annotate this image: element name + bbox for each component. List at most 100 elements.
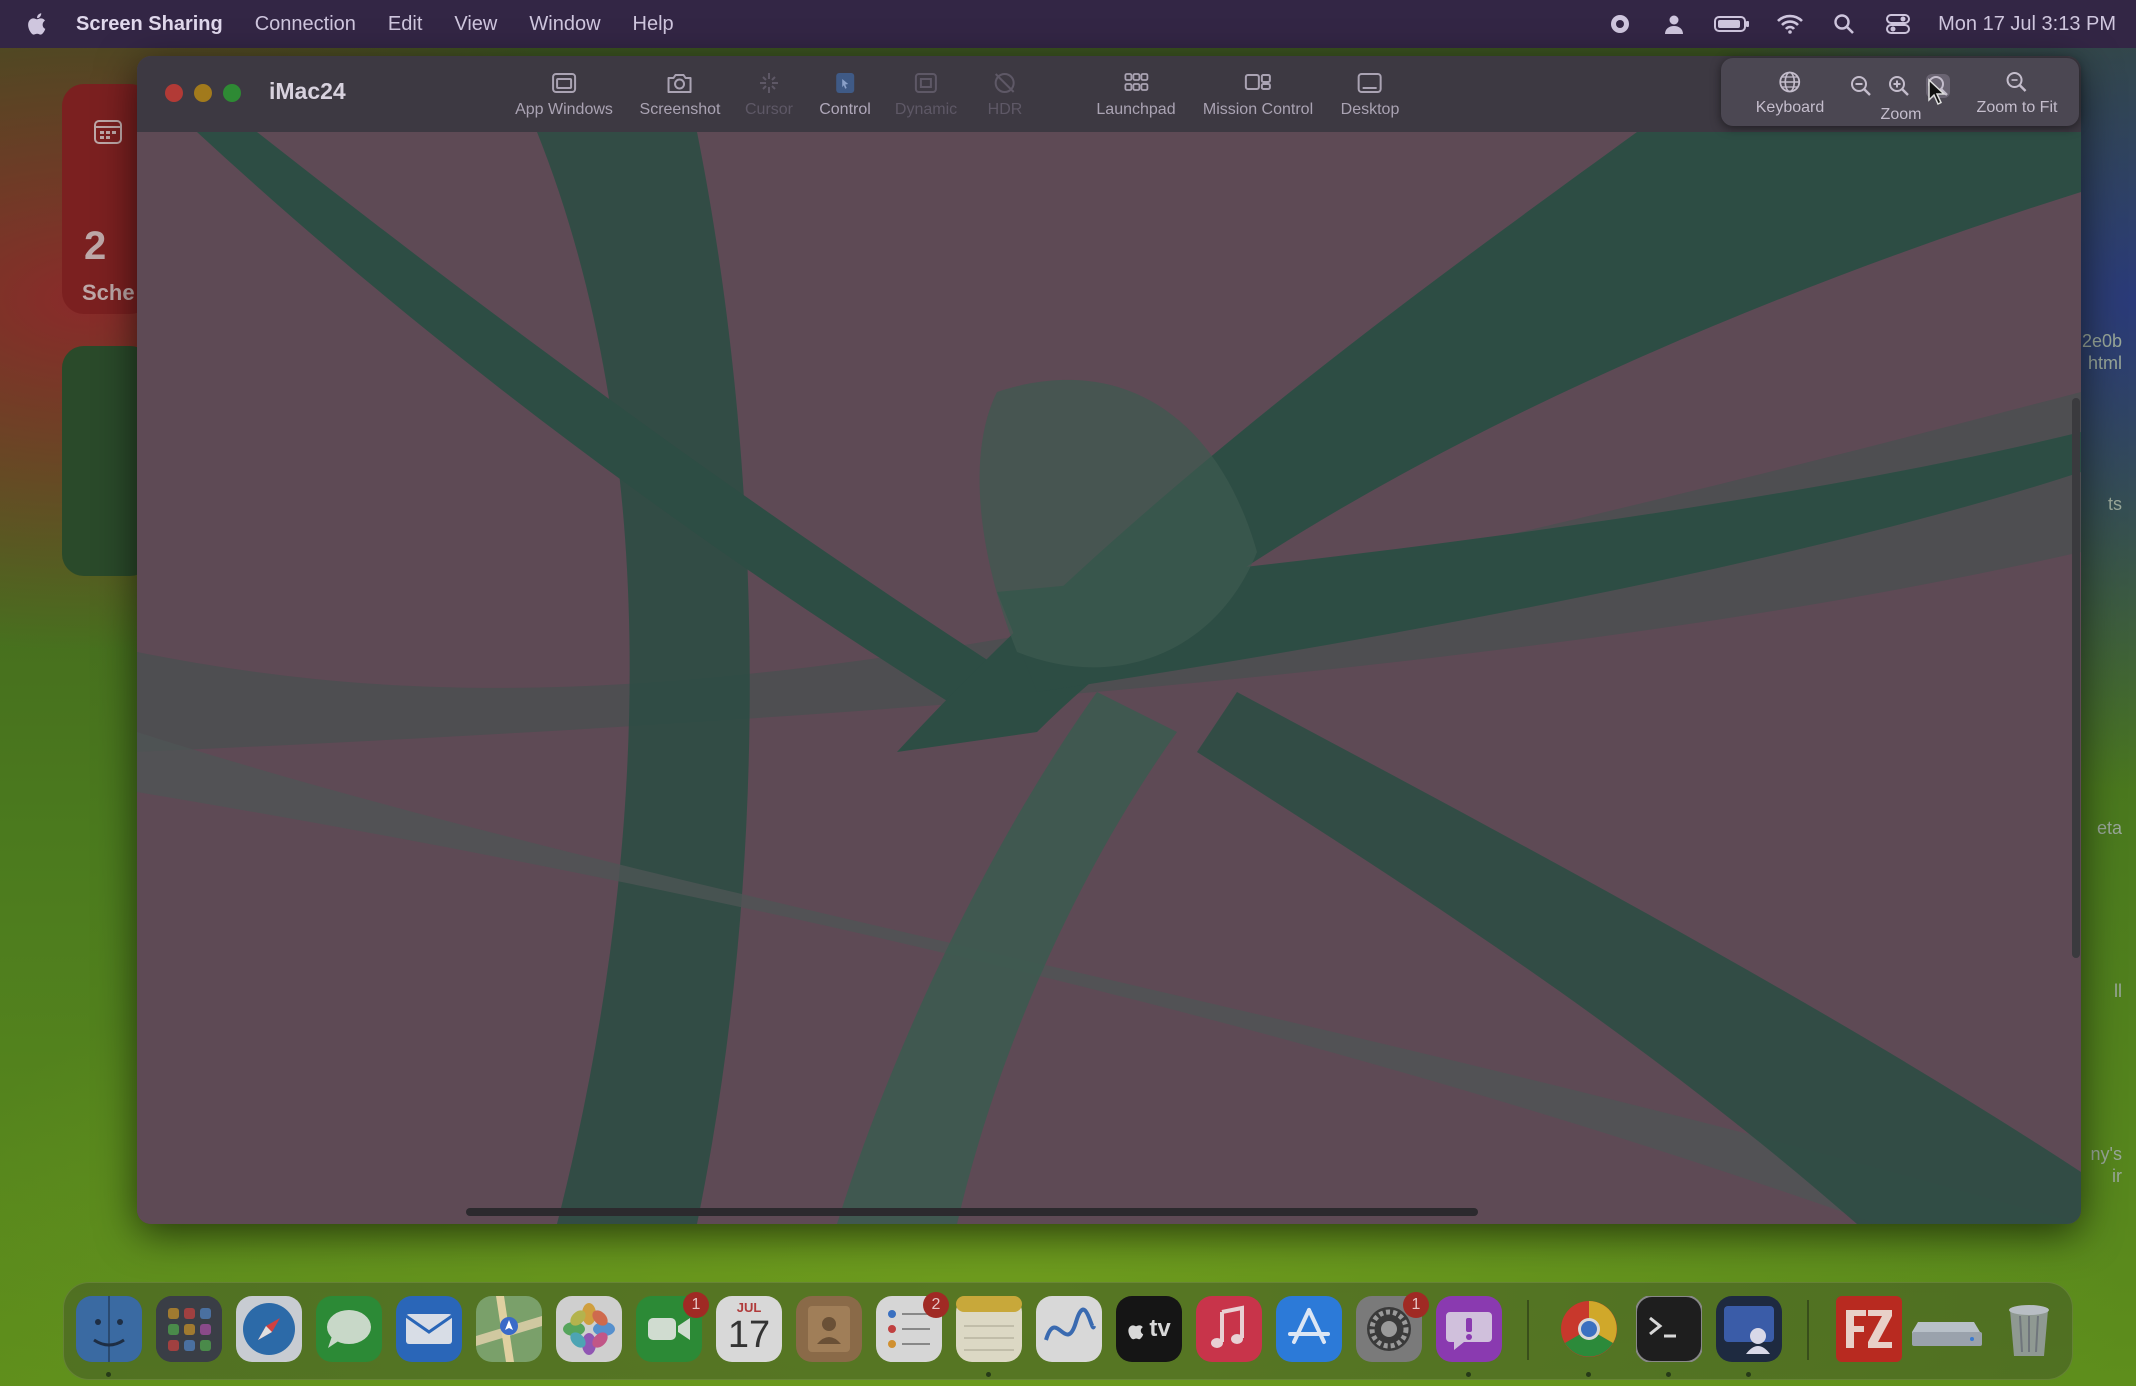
control-button[interactable]: Control: [819, 70, 871, 119]
cursor-sparkle-icon: [759, 73, 778, 93]
zoom-to-fit-icon: [2007, 72, 2027, 92]
camera-icon: [668, 74, 692, 93]
finder-icon: [76, 1296, 142, 1362]
dock-photos[interactable]: [556, 1296, 622, 1362]
dock-maps[interactable]: [476, 1296, 542, 1362]
horizontal-scrollbar[interactable]: [466, 1208, 1478, 1216]
menu-edit[interactable]: Edit: [388, 13, 422, 36]
remote-desktop-wallpaper: [137, 132, 2081, 1224]
dock-trash[interactable]: [1996, 1296, 2062, 1362]
dock-mail[interactable]: [396, 1296, 462, 1362]
dock-terminal[interactable]: [1635, 1295, 1703, 1363]
close-button[interactable]: [165, 84, 183, 102]
music-note-icon: [1196, 1296, 1262, 1362]
dock-finder[interactable]: [76, 1296, 142, 1362]
hdr-button[interactable]: HDR: [988, 70, 1022, 119]
zoom-label: Zoom: [1880, 106, 1922, 123]
photos-flower-icon: [556, 1296, 622, 1362]
menu-connection[interactable]: Connection: [255, 13, 356, 36]
minimize-button[interactable]: [194, 84, 212, 102]
dynamic-button[interactable]: Dynamic: [895, 70, 957, 119]
menu-help[interactable]: Help: [633, 13, 674, 36]
desktop-file-label[interactable]: ts: [2108, 493, 2122, 515]
fullscreen-button[interactable]: [223, 84, 241, 102]
feedback-icon: [1436, 1296, 1502, 1362]
dock-chrome[interactable]: [1556, 1296, 1622, 1362]
screenshot-button[interactable]: Screenshot: [640, 70, 720, 119]
settings-badge: 1: [1403, 1292, 1429, 1318]
dock-filezilla[interactable]: [1836, 1296, 1902, 1362]
messages-bubble-icon: [316, 1296, 382, 1362]
desktop-button[interactable]: Desktop: [1341, 70, 1399, 119]
menu-app-name[interactable]: Screen Sharing: [76, 13, 223, 36]
menu-clock[interactable]: Mon 17 Jul 3:13 PM: [1938, 13, 2116, 36]
terminal-prompt-icon: [1635, 1295, 1703, 1363]
cursor-button[interactable]: Cursor: [745, 70, 793, 119]
desktop-file-label[interactable]: 2e0b html: [2082, 330, 2122, 374]
dock-drive[interactable]: [1912, 1296, 1982, 1362]
screen-sharing-icon: [1716, 1296, 1782, 1362]
dock-notes[interactable]: [956, 1296, 1022, 1362]
desktop-file-label[interactable]: ll: [2114, 980, 2122, 1002]
dock-launchpad[interactable]: [156, 1296, 222, 1362]
window-title: iMac24: [269, 78, 346, 104]
globe-icon: [1779, 71, 1801, 93]
control-icon: [835, 73, 854, 93]
menu-bar: Screen Sharing Connection Edit View Wind…: [0, 0, 2136, 48]
spotlight-search-icon[interactable]: [1830, 13, 1858, 35]
launchpad-button[interactable]: Launchpad: [1096, 70, 1176, 119]
battery-icon[interactable]: [1714, 13, 1750, 35]
keyboard-button[interactable]: Keyboard: [1756, 70, 1824, 117]
user-icon[interactable]: [1660, 13, 1688, 35]
dock-separator: [1807, 1300, 1809, 1360]
menu-view[interactable]: View: [454, 13, 497, 36]
dock-freeform[interactable]: [1036, 1296, 1102, 1362]
menu-window[interactable]: Window: [529, 13, 600, 36]
dock-tv[interactable]: tv: [1116, 1296, 1182, 1362]
safari-compass-icon: [236, 1296, 302, 1362]
calendar-day: 17: [727, 1314, 771, 1356]
reminders-badge: 2: [923, 1292, 949, 1318]
dock-separator: [1527, 1300, 1529, 1360]
widget-number: 2: [84, 224, 107, 268]
desktop-file-label[interactable]: ny's ir: [2091, 1143, 2122, 1187]
dock-calendar[interactable]: JUL 17: [716, 1296, 782, 1362]
remote-screen-view[interactable]: [137, 132, 2081, 1224]
filezilla-icon: [1836, 1296, 1902, 1362]
freeform-squiggle-icon: [1036, 1296, 1102, 1362]
external-drive-icon: [1912, 1322, 1982, 1346]
chrome-icon: [1561, 1301, 1617, 1357]
mission-control-button[interactable]: Mission Control: [1203, 70, 1313, 119]
vertical-scrollbar[interactable]: [2072, 398, 2080, 958]
dock-messages[interactable]: [316, 1296, 382, 1362]
facetime-badge: 1: [683, 1292, 709, 1318]
wifi-icon[interactable]: [1776, 13, 1804, 35]
dock-feedback-assistant[interactable]: [1436, 1296, 1502, 1362]
calendar-icon: [94, 120, 122, 144]
notes-pad-icon: [956, 1296, 1022, 1362]
apple-icon[interactable]: [26, 11, 50, 37]
screen-sharing-window[interactable]: iMac24 App Windows Screenshot Cursor Con…: [137, 56, 2081, 1224]
dock-safari[interactable]: [236, 1296, 302, 1362]
control-center-icon[interactable]: [1884, 13, 1912, 35]
launchpad-grid-icon: [1124, 73, 1148, 91]
app-windows-button[interactable]: App Windows: [515, 70, 613, 119]
app-windows-icon: [551, 73, 576, 93]
contacts-book-icon: [796, 1296, 862, 1362]
hdr-icon: [994, 73, 1015, 93]
dock-app-store[interactable]: [1276, 1296, 1342, 1362]
dock-contacts[interactable]: [796, 1296, 862, 1362]
maps-icon: [476, 1296, 542, 1362]
desktop-file-label[interactable]: eta: [2097, 817, 2122, 839]
launchpad-icon: [156, 1296, 222, 1362]
screen-record-icon[interactable]: [1606, 13, 1634, 35]
zoom-to-fit-button[interactable]: Zoom to Fit: [1977, 70, 2057, 117]
app-store-icon: [1276, 1296, 1342, 1362]
desktop-icon: [1357, 73, 1382, 93]
dock-music[interactable]: [1196, 1296, 1262, 1362]
zoom-popover: Keyboard Zoom Zoom to Fit: [1721, 58, 2079, 126]
zoom-out-icon[interactable]: [1849, 74, 1873, 98]
zoom-in-icon[interactable]: [1887, 74, 1911, 98]
dock-screen-sharing[interactable]: [1716, 1296, 1782, 1362]
mail-envelope-icon: [396, 1296, 462, 1362]
